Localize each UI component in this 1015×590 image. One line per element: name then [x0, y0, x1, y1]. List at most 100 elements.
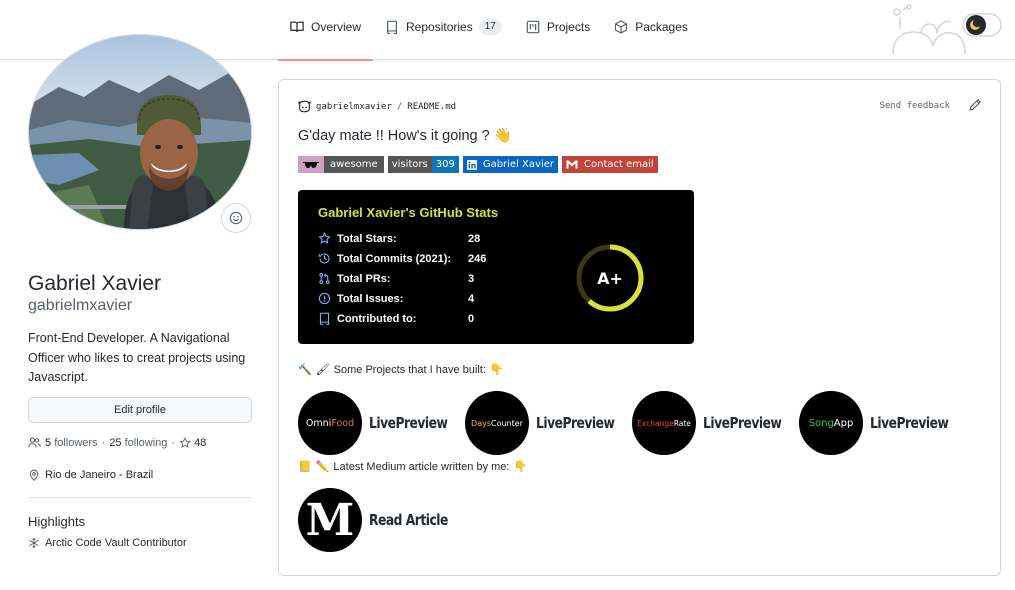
project-logo: Song App — [799, 391, 863, 455]
profile-login: gabrielmxavier — [28, 297, 133, 314]
medium-article-link[interactable]: M Read Article — [298, 488, 465, 552]
tab-projects[interactable]: Projects — [514, 20, 602, 60]
pencil-icon[interactable] — [968, 98, 982, 112]
stat-value: 3 — [468, 272, 475, 285]
readme-file-link[interactable]: README.md — [407, 102, 456, 112]
linkedin-badge-label: Gabriel Xavier — [482, 159, 554, 170]
highlight-text: Arctic Code Vault Contributor — [45, 537, 187, 549]
stat-value: 0 — [468, 312, 475, 325]
readme-owner-link[interactable]: gabrielmxavier — [316, 102, 392, 112]
readme-path: gabrielmxavier / README.md — [298, 100, 456, 113]
email-badge-label: Contact email — [584, 159, 654, 170]
stat-label: Total PRs: — [337, 272, 391, 285]
tab-packages-label: Packages — [635, 20, 688, 34]
stat-label: Total Stars: — [337, 232, 397, 245]
logo-part2: Food — [331, 417, 355, 429]
linkedin-badge[interactable]: Gabriel Xavier — [462, 156, 558, 173]
linkedin-icon — [463, 156, 479, 173]
tab-projects-label: Projects — [546, 20, 591, 34]
tab-overview[interactable]: Overview — [278, 20, 374, 61]
followers-link[interactable]: 5 followers — [45, 437, 98, 449]
pencil-emoji-icon: ✏️ — [315, 461, 330, 473]
github-stats-card[interactable]: Gabriel Xavier's GitHub Stats Total Star… — [298, 190, 694, 344]
badge-row: awesome visitors 309 Gabriel Xavier Cont… — [298, 156, 658, 173]
repositories-counter: 17 — [478, 19, 502, 35]
project-exchangerate[interactable]: Exchange Rate LivePreview — [632, 391, 785, 455]
project-logo: Exchange Rate — [632, 391, 696, 455]
point-down-icon: 👇 — [489, 364, 504, 376]
following-count: 25 — [109, 436, 122, 449]
stat-label: Total Issues: — [337, 292, 404, 305]
location-icon — [29, 469, 39, 481]
gmail-icon — [562, 156, 580, 173]
tab-overview-label: Overview — [311, 20, 362, 34]
project-icon — [526, 20, 540, 34]
stat-total-issues: Total Issues: 4 — [318, 292, 474, 305]
logo-part1: Exchange — [637, 418, 674, 428]
projects-line-text: Some Projects that I have built: — [333, 363, 486, 376]
stars-link[interactable]: 48 — [179, 437, 206, 449]
stat-label: Contributed to: — [337, 312, 417, 325]
package-icon — [615, 20, 628, 34]
smiley-icon — [298, 100, 311, 113]
send-feedback-link[interactable]: Send feedback — [880, 101, 950, 111]
issue-icon — [318, 292, 331, 305]
tab-packages[interactable]: Packages — [602, 20, 700, 60]
profile-tabs: Overview Repositories 17 Projects Packag… — [278, 19, 700, 61]
history-icon — [318, 253, 330, 264]
logo-part1: Omni — [305, 417, 332, 429]
avatar-photo — [29, 35, 251, 229]
live-preview-link[interactable]: LivePreview — [870, 414, 949, 432]
avatar[interactable] — [28, 34, 252, 230]
logo-part2: Rate — [673, 418, 691, 428]
stat-label: Total Commits (2021): — [337, 252, 452, 265]
snowflake-icon — [29, 537, 39, 549]
stats-title: Gabriel Xavier's GitHub Stats — [318, 205, 499, 220]
stat-total-commits: Total Commits (2021): 246 — [318, 252, 486, 265]
visitors-badge-count: 309 — [431, 156, 459, 173]
project-songapp[interactable]: Song App LivePreview — [799, 391, 952, 455]
project-omnifood[interactable]: Omni Food LivePreview — [298, 391, 451, 455]
medium-line-text: Latest Medium article written by me: — [333, 460, 510, 473]
medium-logo-icon: M — [298, 488, 362, 552]
read-article-link[interactable]: Read Article — [369, 511, 448, 529]
live-preview-link[interactable]: LivePreview — [703, 414, 782, 432]
projects-heading: 🔨 🖌 Some Projects that I have built: 👇 — [298, 363, 504, 377]
book-icon — [290, 21, 304, 32]
ledger-icon: 📒 — [298, 461, 312, 473]
repo-icon — [319, 312, 330, 325]
highlight-arctic-vault[interactable]: Arctic Code Vault Contributor — [28, 537, 187, 549]
awesome-badge[interactable]: awesome — [298, 156, 384, 173]
highlights-title: Highlights — [28, 514, 86, 529]
profile-bio: Front-End Developer. A Navigational Offi… — [28, 331, 246, 384]
edit-profile-button[interactable]: Edit profile — [28, 397, 252, 423]
mascot-illustration — [892, 4, 1002, 55]
medium-heading: 📒 ✏️ Latest Medium article written by me… — [298, 460, 528, 474]
set-status-button[interactable] — [221, 203, 251, 233]
point-down-icon: 👇 — [513, 461, 528, 473]
logo-part1: Song — [808, 417, 834, 429]
project-dayscounter[interactable]: Days Counter LivePreview — [465, 391, 618, 455]
stat-total-stars: Total Stars: 28 — [318, 232, 480, 245]
projects-row: Omni Food LivePreview Days Counter LivePre… — [298, 391, 966, 455]
followers-count: 5 — [45, 436, 52, 449]
project-logo: Omni Food — [298, 391, 362, 455]
tab-repositories[interactable]: Repositories 17 — [373, 19, 514, 60]
profile-location: Rio de Janeiro - Brazil — [28, 469, 153, 481]
avatar-wrap — [28, 34, 252, 230]
logo-part1: Days — [471, 418, 491, 428]
following-link[interactable]: 25 following — [109, 437, 167, 449]
live-preview-link[interactable]: LivePreview — [369, 414, 448, 432]
pull-request-icon — [319, 272, 330, 285]
dot-separator: · — [171, 436, 176, 449]
path-separator: / — [396, 101, 403, 112]
stat-contributed: Contributed to: 0 — [318, 312, 474, 325]
followers-label: followers — [54, 436, 98, 449]
readme-greeting: G'day mate !! How's it going ? 👋 — [298, 128, 512, 144]
logo-part2: Counter — [491, 418, 523, 428]
star-icon — [318, 232, 331, 244]
visitors-badge[interactable]: visitors 309 — [387, 156, 459, 173]
email-badge[interactable]: Contact email — [562, 156, 658, 173]
live-preview-link[interactable]: LivePreview — [536, 414, 615, 432]
project-logo: Days Counter — [465, 391, 529, 455]
